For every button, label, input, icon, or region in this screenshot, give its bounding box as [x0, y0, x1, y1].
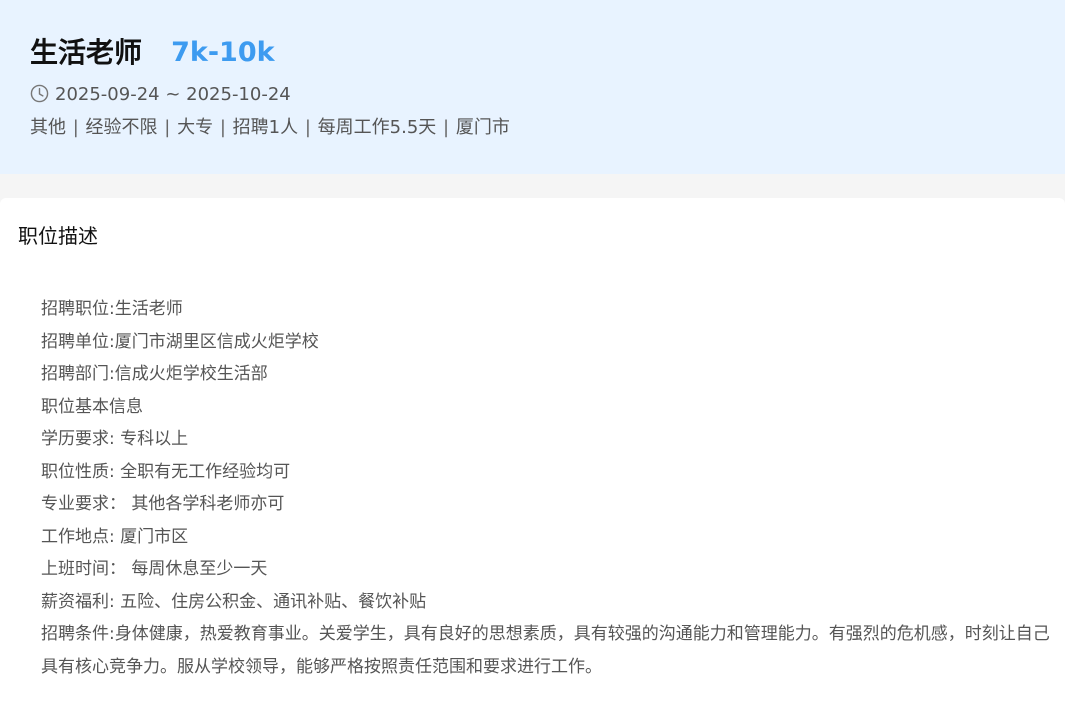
description-line: 职位性质: 全职有无工作经验均可 — [41, 461, 291, 482]
job-description-card: 职位描述 招聘职位:生活老师 招聘单位:厦门市湖里区信成火炬学校 招聘部门:信成… — [0, 198, 1065, 708]
tag-location: 厦门市 — [455, 117, 510, 138]
date-range: 2025-09-24 ~ 2025-10-24 — [55, 84, 291, 105]
tag-education: 大专 — [177, 117, 214, 138]
tag-separator: | — [219, 117, 226, 138]
tag-separator: | — [304, 117, 311, 138]
title-row: 生活老师 7k-10k — [30, 34, 275, 74]
description-line: 招聘单位:厦门市湖里区信成火炬学校 — [41, 331, 319, 352]
description-line: 招聘部门:信成火炬学校生活部 — [41, 364, 268, 384]
tag-headcount: 招聘1人 — [232, 117, 299, 138]
tag-category: 其他 — [30, 117, 66, 138]
job-header: 生活老师 7k-10k 2025-09-24 ~ 2025-10-24 其他 |… — [0, 0, 1065, 174]
description-body: 招聘职位:生活老师 招聘单位:厦门市湖里区信成火炬学校 招聘部门:信成火炬学校生… — [41, 293, 1051, 683]
tag-schedule: 每周工作5.5天 — [317, 117, 437, 138]
tag-experience: 经验不限 — [85, 117, 158, 138]
description-line: 薪资福利: 五险、住房公积金、通讯补贴、餐饮补贴 — [41, 591, 427, 612]
description-line: 招聘条件:身体健康，热爱教育事业。关爱学生，具有良好的思想素质，具有较强的沟通能… — [41, 624, 1050, 677]
salary: 7k-10k — [171, 37, 275, 68]
description-line: 招聘职位:生活老师 — [41, 299, 183, 319]
date-row: 2025-09-24 ~ 2025-10-24 — [30, 83, 291, 107]
description-line: 学历要求: 专科以上 — [41, 429, 189, 449]
section-title: 职位描述 — [18, 224, 98, 248]
description-line: 工作地点: 厦门市区 — [41, 526, 189, 547]
job-title: 生活老师 — [30, 36, 143, 69]
description-line: 职位基本信息 — [41, 396, 143, 417]
description-line: 上班时间： 每周休息至少一天 — [41, 559, 268, 579]
description-line: 专业要求： 其他各学科老师亦可 — [41, 494, 285, 514]
clock-icon — [30, 84, 49, 103]
tag-separator: | — [72, 117, 79, 138]
tag-separator: | — [443, 117, 450, 138]
tag-separator: | — [164, 117, 171, 138]
job-tags: 其他 | 经验不限 | 大专 | 招聘1人 | 每周工作5.5天 | 厦门市 — [30, 115, 510, 141]
